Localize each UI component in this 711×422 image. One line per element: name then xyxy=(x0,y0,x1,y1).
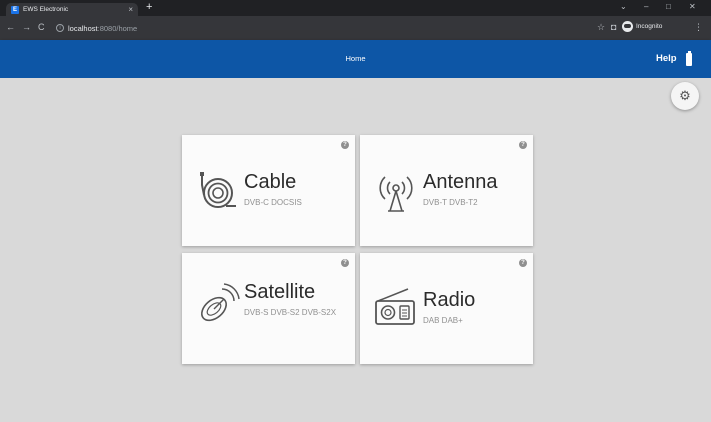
favicon-icon: E xyxy=(11,5,19,14)
incognito-icon xyxy=(622,21,633,32)
maximize-button[interactable]: □ xyxy=(666,2,671,12)
card-subtitle: DVB-T DVB-T2 xyxy=(423,198,478,207)
url-path: :8080/home xyxy=(97,23,138,33)
reload-icon[interactable]: C xyxy=(38,22,45,33)
browser-tab[interactable]: E EWS Electronic × xyxy=(6,3,138,16)
incognito-label: Incognito xyxy=(636,23,663,30)
info-icon[interactable]: i xyxy=(56,24,64,32)
settings-button[interactable]: ⚙ xyxy=(671,82,699,110)
antenna-icon xyxy=(379,176,413,212)
address-bar[interactable]: i localhost :8080/home xyxy=(56,20,606,36)
tab-search-icon[interactable]: ◘ xyxy=(611,22,616,33)
help-circle-icon[interactable]: ? xyxy=(341,259,349,267)
card-subtitle: DAB DAB+ xyxy=(423,316,463,325)
page-title: Home xyxy=(345,54,366,63)
card-title: Satellite xyxy=(244,281,316,303)
tab-list-chevron-icon[interactable]: ⌄ xyxy=(620,2,627,12)
satellite-dish-icon xyxy=(201,283,240,322)
cable-icon xyxy=(200,172,236,208)
card-subtitle: DVB-C DOCSIS xyxy=(244,198,302,207)
forward-icon[interactable]: → xyxy=(22,22,31,33)
tab-title: EWS Electronic xyxy=(23,6,69,13)
incognito-indicator[interactable]: Incognito xyxy=(622,21,662,32)
close-window-button[interactable]: ✕ xyxy=(689,2,696,12)
help-button[interactable]: Help xyxy=(656,40,677,78)
menu-icon[interactable]: ⋮ xyxy=(694,22,703,33)
new-tab-button[interactable]: + xyxy=(146,2,152,13)
card-title: Radio xyxy=(423,289,476,311)
card-cable[interactable]: ? Cable DVB-C DOCSIS xyxy=(182,135,355,246)
tab-close-icon[interactable]: × xyxy=(128,5,133,14)
main-content: ⚙ ? Cable DVB-C DOCSIS ? Antenna DVB-T D… xyxy=(0,78,711,422)
card-title: Antenna xyxy=(423,171,498,193)
help-circle-icon[interactable]: ? xyxy=(519,141,527,149)
browser-toolbar: ← → C i localhost :8080/home ☆ ◘ Incogni… xyxy=(0,16,711,40)
card-subtitle: DVB-S DVB-S2 DVB-S2X xyxy=(244,308,337,317)
card-antenna[interactable]: ? Antenna DVB-T DVB-T2 xyxy=(360,135,533,246)
back-icon[interactable]: ← xyxy=(6,22,15,33)
gear-icon: ⚙ xyxy=(679,88,691,103)
card-title: Cable xyxy=(244,171,297,193)
radio-icon xyxy=(375,288,415,325)
battery-icon xyxy=(686,51,692,66)
card-satellite[interactable]: ? Satellite DVB-S DVB-S2 DVB-S2X xyxy=(182,253,355,364)
help-circle-icon[interactable]: ? xyxy=(341,141,349,149)
card-radio[interactable]: ? Radio DAB DAB+ xyxy=(360,253,533,364)
browser-tab-bar: E EWS Electronic × + ⌄ – □ ✕ xyxy=(0,0,711,16)
minimize-button[interactable]: – xyxy=(644,2,648,12)
app-header: Home Help xyxy=(0,40,711,78)
url-host: localhost xyxy=(68,23,98,33)
help-circle-icon[interactable]: ? xyxy=(519,259,527,267)
star-icon[interactable]: ☆ xyxy=(597,22,605,33)
